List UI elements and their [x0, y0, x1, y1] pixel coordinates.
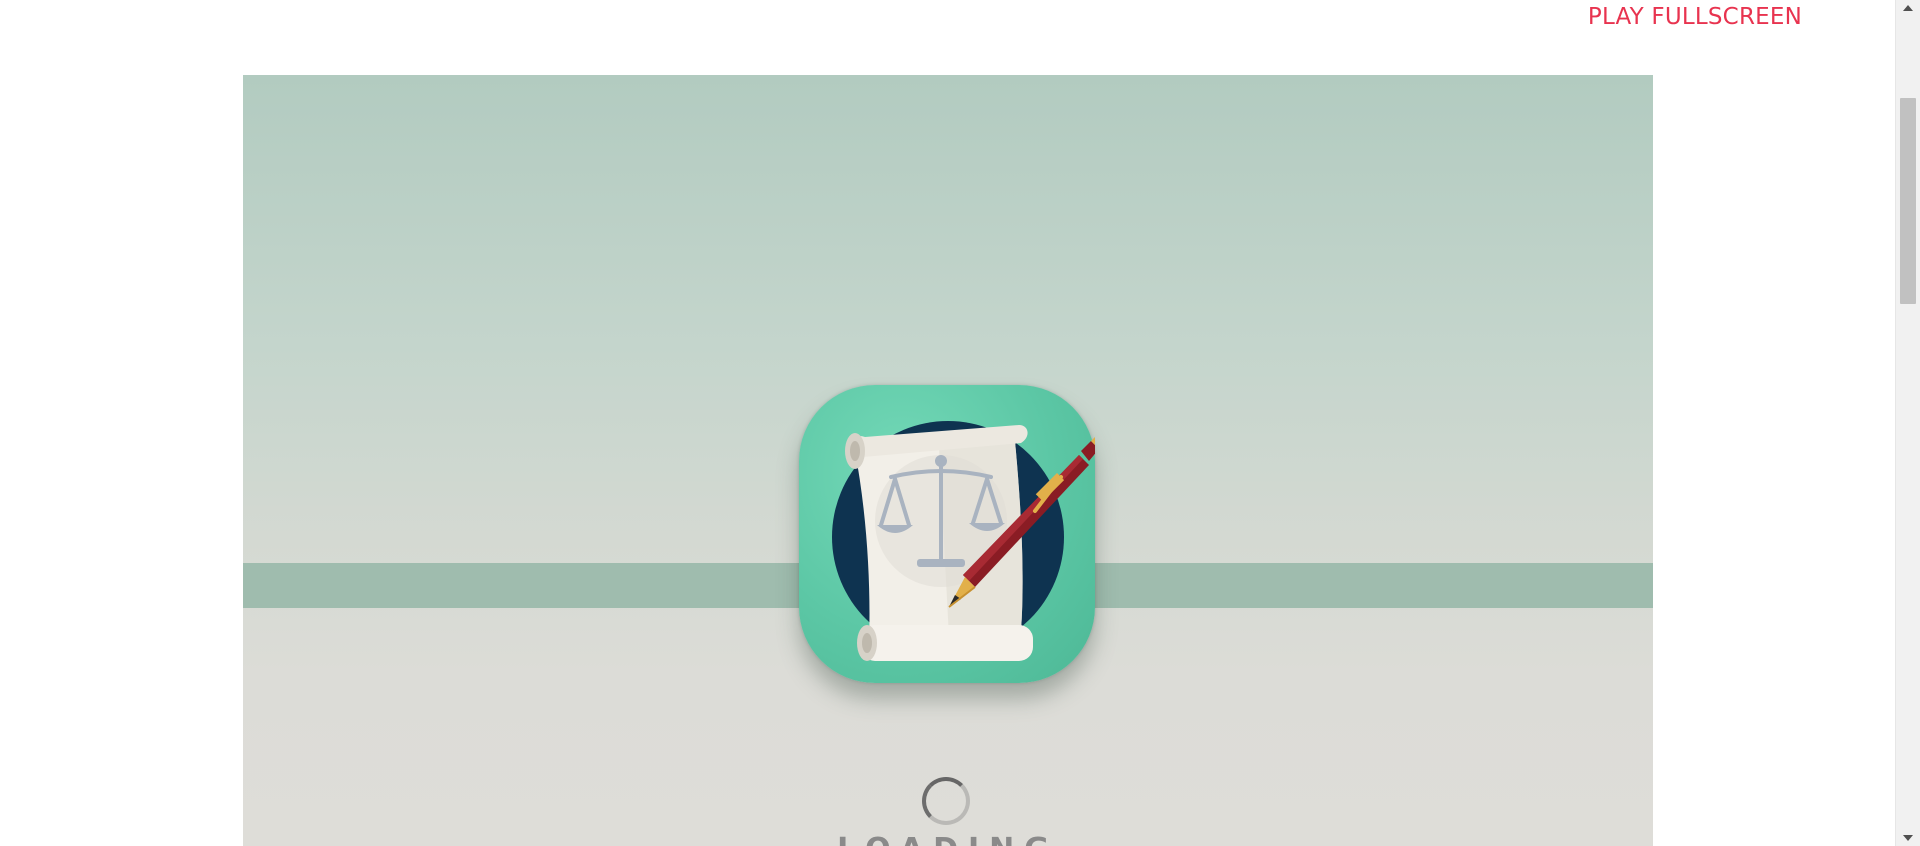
game-frame[interactable]: LOADING [243, 75, 1653, 846]
scrollbar-thumb[interactable] [1900, 98, 1916, 304]
legal-scroll-scales-pen-icon [832, 421, 1095, 661]
app-icon [799, 385, 1095, 683]
page: PLAY FULLSCREEN [0, 0, 1920, 846]
scroll-up-arrow-icon[interactable] [1903, 5, 1913, 11]
loading-spinner-icon [922, 777, 970, 825]
vertical-scrollbar[interactable] [1895, 0, 1920, 846]
loading-text: LOADING [243, 832, 1653, 846]
play-fullscreen-link[interactable]: PLAY FULLSCREEN [1588, 2, 1802, 32]
scroll-down-arrow-icon[interactable] [1903, 835, 1913, 841]
